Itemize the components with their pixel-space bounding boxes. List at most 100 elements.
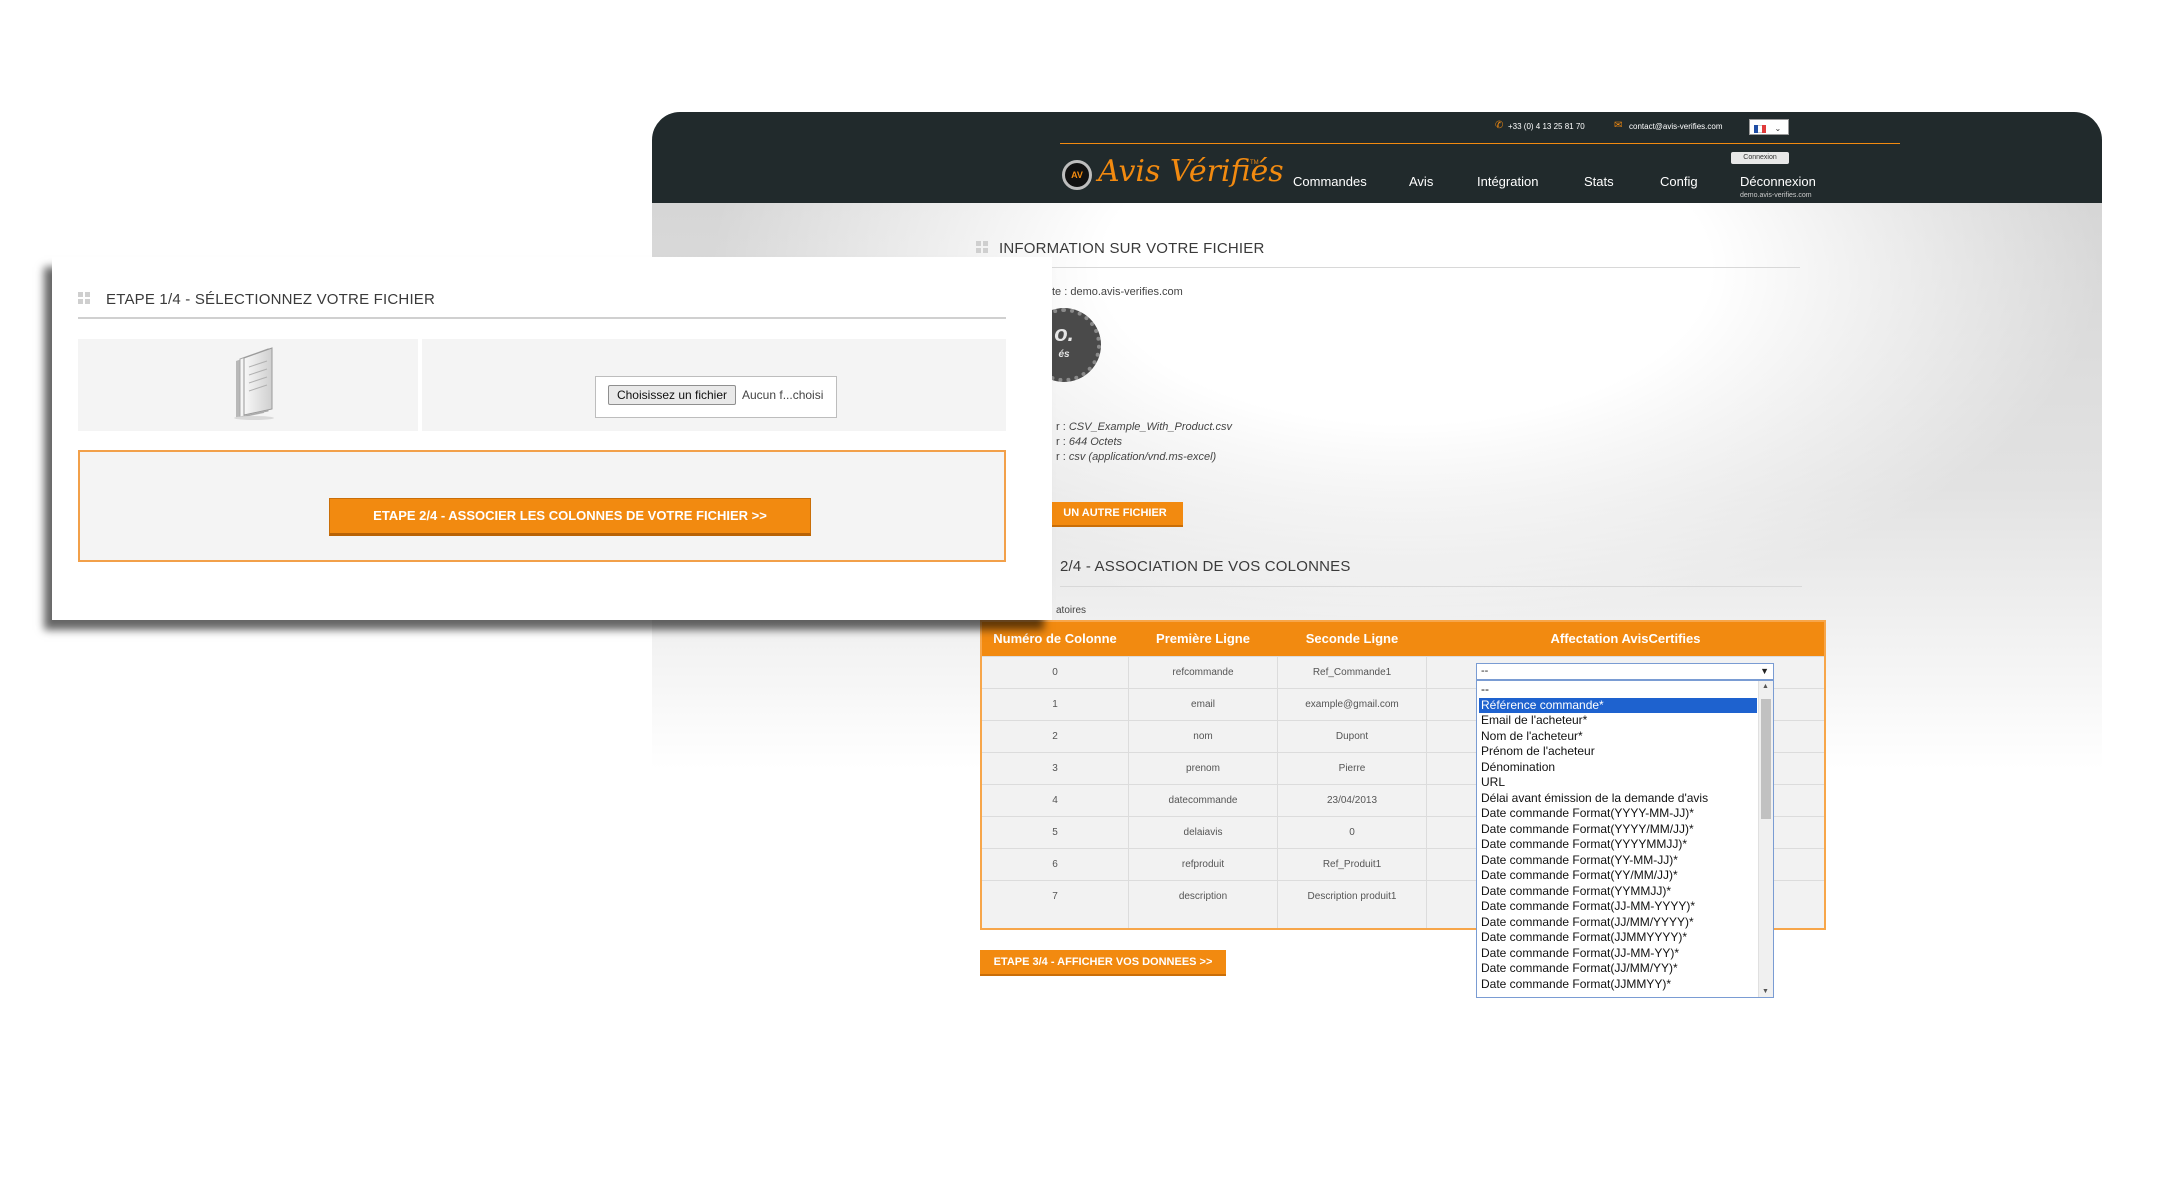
file-input[interactable]: Choisissez un fichier Aucun f...choisi: [595, 376, 837, 418]
dropdown-option[interactable]: Date commande Format(YYYY/MM/JJ)*: [1479, 822, 1757, 838]
scrollbar-thumb[interactable]: [1761, 699, 1771, 819]
info-section-rule: [976, 267, 1800, 268]
account-site: demo.avis-verifies.com: [1740, 192, 1812, 199]
table-cell: Description produit1: [1307, 891, 1397, 902]
file-size-value: 644 Octets: [1068, 436, 1123, 448]
affectation-options-list[interactable]: -- Référence commande* Email de l'acheteur…: [1476, 680, 1774, 998]
header-phone: +33 (0) 4 13 25 81 70: [1508, 122, 1585, 131]
file-size-label: r :: [1056, 436, 1066, 448]
nav-stats[interactable]: Stats: [1584, 174, 1614, 189]
table-cell: Pierre: [1338, 763, 1366, 774]
dropdown-option[interactable]: Date commande Format(JJMMYYYY)*: [1479, 930, 1757, 946]
site-header: ✆ +33 (0) 4 13 25 81 70 ✉ contact@avis-v…: [652, 112, 2102, 203]
dropdown-option[interactable]: Date commande Format(YYYY-MM-JJ)*: [1479, 806, 1757, 822]
info-site-label: te :: [1052, 286, 1068, 298]
dropdown-scrollbar[interactable]: ▲ ▼: [1758, 681, 1773, 997]
file-size-line: r : 644 Octets: [1056, 436, 1122, 448]
table-cell: 4: [1052, 795, 1058, 806]
table-cell: 6: [1052, 859, 1058, 870]
dropdown-option[interactable]: Date commande Format(YY-MM-JJ)*: [1479, 853, 1757, 869]
scroll-down-icon[interactable]: ▼: [1762, 988, 1769, 995]
col-divider: [1426, 656, 1427, 928]
logo-trademark: TM: [1250, 160, 1259, 166]
dropdown-option[interactable]: URL: [1479, 775, 1757, 791]
dropdown-option[interactable]: Dénomination: [1479, 760, 1757, 776]
logo-badge: AV: [1062, 160, 1092, 190]
dropdown-option[interactable]: Date commande Format(JJMMYY)*: [1479, 977, 1757, 993]
nav-config[interactable]: Config: [1660, 174, 1698, 189]
col-divider: [1277, 656, 1278, 928]
file-type-value: csv (application/vnd.ms-excel): [1068, 451, 1217, 463]
table-cell: refcommande: [1172, 667, 1234, 678]
dropdown-option[interactable]: Date commande Format(JJ-MM-YYYY)*: [1479, 899, 1757, 915]
file-name-value: CSV_Example_With_Product.csv: [1068, 421, 1232, 433]
other-file-button[interactable]: UN AUTRE FICHIER: [1047, 502, 1183, 527]
info-section-title: INFORMATION SUR VOTRE FICHIER: [999, 240, 1265, 257]
table-cell: Ref_Commande1: [1312, 667, 1392, 678]
envelope-icon: ✉: [1614, 120, 1623, 131]
table-cell: 3: [1052, 763, 1058, 774]
dropdown-option[interactable]: Date commande Format(YYMMJJ)*: [1479, 884, 1757, 900]
table-cell: description: [1178, 891, 1228, 902]
section-grip-icon: [976, 241, 988, 253]
table-cell: datecommande: [1168, 795, 1238, 806]
step1-rule: [78, 317, 1006, 319]
document-icon: [234, 347, 274, 420]
table-cell: 0: [1349, 827, 1355, 838]
step2-button[interactable]: ETAPE 2/4 - ASSOCIER LES COLONNES DE VOT…: [329, 498, 811, 536]
section-grip-icon: [78, 292, 90, 304]
col-header-affectation: Affectation AvisCertifies: [1550, 631, 1701, 646]
chevron-down-icon: ⌄: [1774, 124, 1782, 133]
col-divider: [1128, 656, 1129, 928]
dropdown-option[interactable]: Date commande Format(YY/MM/JJ)*: [1479, 868, 1757, 884]
nav-avis[interactable]: Avis: [1409, 174, 1433, 189]
table-cell: 5: [1052, 827, 1058, 838]
info-site-line: te : demo.avis-verifies.com: [1052, 286, 1183, 298]
phone-icon: ✆: [1495, 120, 1504, 131]
col-header-premiere: Première Ligne: [1156, 631, 1250, 646]
dropdown-option[interactable]: Date commande Format(JJ-MM-YY)*: [1479, 946, 1757, 962]
col-header-numero: Numéro de Colonne: [993, 631, 1117, 646]
header-divider: [1060, 143, 1900, 144]
nav-deconnexion[interactable]: Déconnexion: [1740, 174, 1816, 189]
dropdown-option[interactable]: Date commande Format(YYYYMMJJ)*: [1479, 837, 1757, 853]
dropdown-option[interactable]: Référence commande*: [1479, 697, 1757, 713]
dropdown-option[interactable]: Prénom de l'acheteur: [1479, 744, 1757, 760]
table-header: Numéro de Colonne Première Ligne Seconde…: [982, 622, 1824, 656]
language-select[interactable]: ⌄: [1749, 119, 1789, 135]
assoc-section-title: 2/4 - ASSOCIATION DE VOS COLONNES: [1060, 558, 1351, 575]
info-site-value: demo.avis-verifies.com: [1070, 286, 1183, 298]
table-cell: example@gmail.com: [1305, 699, 1399, 710]
dropdown-option[interactable]: Date commande Format(JJ/MM/YY)*: [1479, 961, 1757, 977]
dropdown-option[interactable]: Email de l'acheteur*: [1479, 713, 1757, 729]
dropdown-arrow-icon: ▼: [1760, 666, 1769, 676]
dropdown-option[interactable]: --: [1479, 682, 1757, 698]
file-type-label: r :: [1056, 451, 1066, 463]
table-cell: prenom: [1186, 763, 1220, 774]
step1-panel: ETAPE 1/4 - SÉLECTIONNEZ VOTRE FICHIER C…: [52, 257, 1052, 620]
table-cell: refproduit: [1181, 859, 1225, 870]
table-cell: 0: [1052, 667, 1058, 678]
required-note: atoires: [1056, 605, 1087, 616]
file-type-line: r : csv (application/vnd.ms-excel): [1056, 451, 1216, 463]
scroll-up-icon[interactable]: ▲: [1762, 683, 1769, 690]
no-file-text: Aucun f...choisi: [742, 388, 824, 402]
table-cell: nom: [1193, 731, 1213, 742]
connexion-button[interactable]: Connexion: [1731, 152, 1789, 164]
affectation-select[interactable]: -- ▼: [1476, 663, 1774, 680]
step1-title: ETAPE 1/4 - SÉLECTIONNEZ VOTRE FICHIER: [106, 291, 436, 308]
header-email[interactable]: contact@avis-verifies.com: [1629, 122, 1722, 131]
dropdown-option[interactable]: Nom de l'acheteur*: [1479, 729, 1757, 745]
table-cell: 1: [1052, 699, 1058, 710]
choose-file-button[interactable]: Choisissez un fichier: [608, 385, 736, 405]
assoc-section-rule: [1060, 586, 1802, 587]
step3-button[interactable]: ETAPE 3/4 - AFFICHER VOS DONNEES >>: [980, 950, 1226, 976]
table-cell: email: [1191, 699, 1215, 710]
nav-integration[interactable]: Intégration: [1477, 174, 1538, 189]
table-cell: delaiavis: [1183, 827, 1223, 838]
dropdown-option[interactable]: Délai avant émission de la demande d'avi…: [1479, 791, 1757, 807]
table-cell: Dupont: [1335, 731, 1369, 742]
table-cell: 7: [1052, 891, 1058, 902]
dropdown-option[interactable]: Date commande Format(JJ/MM/YYYY)*: [1479, 915, 1757, 931]
nav-commandes[interactable]: Commandes: [1293, 174, 1367, 189]
